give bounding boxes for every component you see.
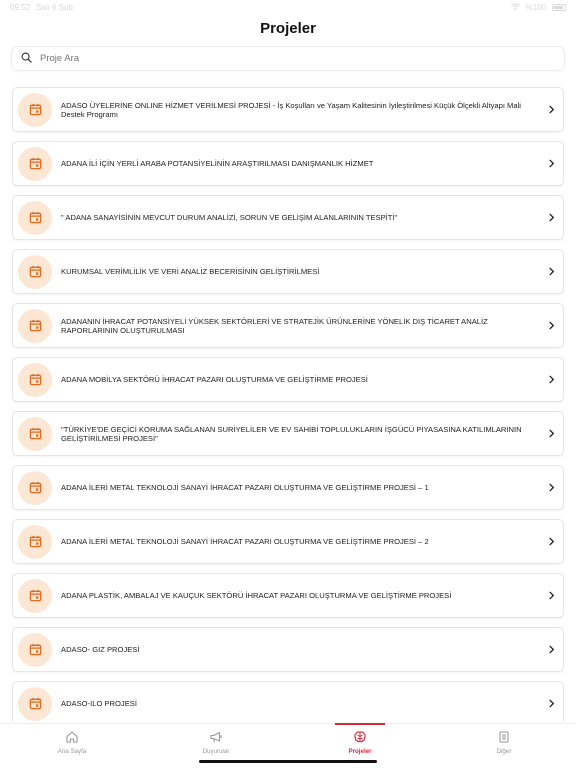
project-title: KURUMSAL VERİMLİLİK VE VERİ ANALİZ BECER… — [61, 267, 320, 276]
project-title: ADASO ÜYELERİNE ONLINE HİZMET VERİLMESİ … — [61, 100, 521, 119]
project-item[interactable]: ADANA İLERİ METAL TEKNOLOJİ SANAYİ İHRAC… — [12, 519, 564, 564]
calendar-icon — [18, 92, 52, 127]
chevron-right-icon — [544, 699, 558, 708]
project-title: ADASO- GIZ PROJESİ — [61, 645, 140, 654]
search-bar[interactable] — [12, 47, 564, 70]
status-date: Salı 6 Şub — [36, 2, 73, 12]
project-item[interactable]: KURUMSAL VERİMLİLİK VE VERİ ANALİZ BECER… — [12, 249, 564, 294]
chevron-right-icon — [544, 537, 558, 546]
project-item[interactable]: ADANA İLİ İÇİN YERLİ ARABA POTANSİYELİNİ… — [12, 141, 564, 186]
tab-label: Diğer — [496, 748, 512, 755]
chevron-right-icon — [544, 267, 558, 276]
chevron-right-icon — [544, 591, 558, 600]
tab-label: Duyurular — [202, 748, 230, 755]
project-item[interactable]: " ADANA SANAYİSİNİN MEVCUT DURUM ANALİZİ… — [12, 195, 564, 240]
project-item[interactable]: "TÜRKİYE'DE GEÇİCİ KORUMA SAĞLANAN SURİY… — [12, 411, 564, 456]
calendar-icon — [18, 362, 52, 397]
home-indicator — [199, 760, 377, 763]
calendar-icon — [18, 254, 52, 289]
chevron-right-icon — [544, 375, 558, 384]
project-item[interactable]: ADANA PLASTİK, AMBALAJ VE KAUÇUK SEKTÖRÜ… — [12, 573, 564, 618]
project-item[interactable]: ADASO-ILO PROJESİ — [12, 681, 564, 722]
tab-label: Projeler — [348, 748, 372, 755]
chevron-right-icon — [544, 321, 558, 330]
project-title: ADANA PLASTİK, AMBALAJ VE KAUÇUK SEKTÖRÜ… — [61, 591, 452, 600]
calendar-icon — [18, 146, 52, 181]
battery-percent: %100 — [525, 2, 546, 12]
calendar-icon — [18, 308, 52, 343]
project-title: ADANA İLERİ METAL TEKNOLOJİ SANAYİ İHRAC… — [61, 537, 429, 546]
calendar-icon — [18, 200, 52, 235]
calendar-icon — [18, 632, 52, 667]
tab-label: Ana Sayfa — [57, 748, 87, 755]
page-title: Projeler — [260, 20, 316, 37]
tab-ana-sayfa[interactable]: Ana Sayfa — [0, 724, 144, 768]
project-title: " ADANA SANAYİSİNİN MEVCUT DURUM ANALİZİ… — [61, 213, 398, 222]
calendar-icon — [18, 686, 52, 721]
search-icon — [21, 50, 32, 68]
project-title: ADASO-ILO PROJESİ — [61, 699, 137, 708]
project-title: ADANANIN İHRACAT POTANSİYELİ YÜKSEK SEKT… — [61, 316, 488, 335]
project-item[interactable]: ADANA MOBİLYA SEKTÖRÜ İHRACAT PAZARI OLU… — [12, 357, 564, 402]
tab-diger[interactable]: Diğer — [432, 724, 576, 768]
home-icon — [65, 730, 79, 746]
chevron-right-icon — [544, 105, 558, 114]
project-title: ADANA İLİ İÇİN YERLİ ARABA POTANSİYELİNİ… — [61, 159, 374, 168]
calendar-icon — [18, 470, 52, 505]
search-input[interactable] — [40, 53, 520, 64]
project-item[interactable]: ADANANIN İHRACAT POTANSİYELİ YÜKSEK SEKT… — [12, 303, 564, 348]
calendar-icon — [18, 578, 52, 613]
chevron-right-icon — [544, 645, 558, 654]
chevron-right-icon — [544, 429, 558, 438]
project-list: ADASO ÜYELERİNE ONLINE HİZMET VERİLMESİ … — [12, 87, 564, 722]
list-icon — [497, 730, 511, 746]
project-item[interactable]: ADANA İLERİ METAL TEKNOLOJİ SANAYİ İHRAC… — [12, 465, 564, 510]
project-item[interactable]: ADASO ÜYELERİNE ONLINE HİZMET VERİLMESİ … — [12, 87, 564, 132]
wifi-icon — [510, 3, 520, 12]
chevron-right-icon — [544, 483, 558, 492]
status-time: 09:52 — [10, 2, 31, 12]
chevron-right-icon — [544, 213, 558, 222]
project-item[interactable]: ADASO- GIZ PROJESİ — [12, 627, 564, 672]
brain-icon — [353, 730, 367, 746]
battery-icon — [552, 3, 566, 11]
project-title: "TÜRKİYE'DE GEÇİCİ KORUMA SAĞLANAN SURİY… — [61, 424, 522, 443]
chevron-right-icon — [544, 159, 558, 168]
calendar-icon — [18, 524, 52, 559]
megaphone-icon — [209, 730, 223, 746]
project-title: ADANA İLERİ METAL TEKNOLOJİ SANAYİ İHRAC… — [61, 483, 429, 492]
project-title: ADANA MOBİLYA SEKTÖRÜ İHRACAT PAZARI OLU… — [61, 375, 368, 384]
status-bar: 09:52 Salı 6 Şub %100 — [0, 0, 576, 14]
calendar-icon — [18, 416, 52, 451]
